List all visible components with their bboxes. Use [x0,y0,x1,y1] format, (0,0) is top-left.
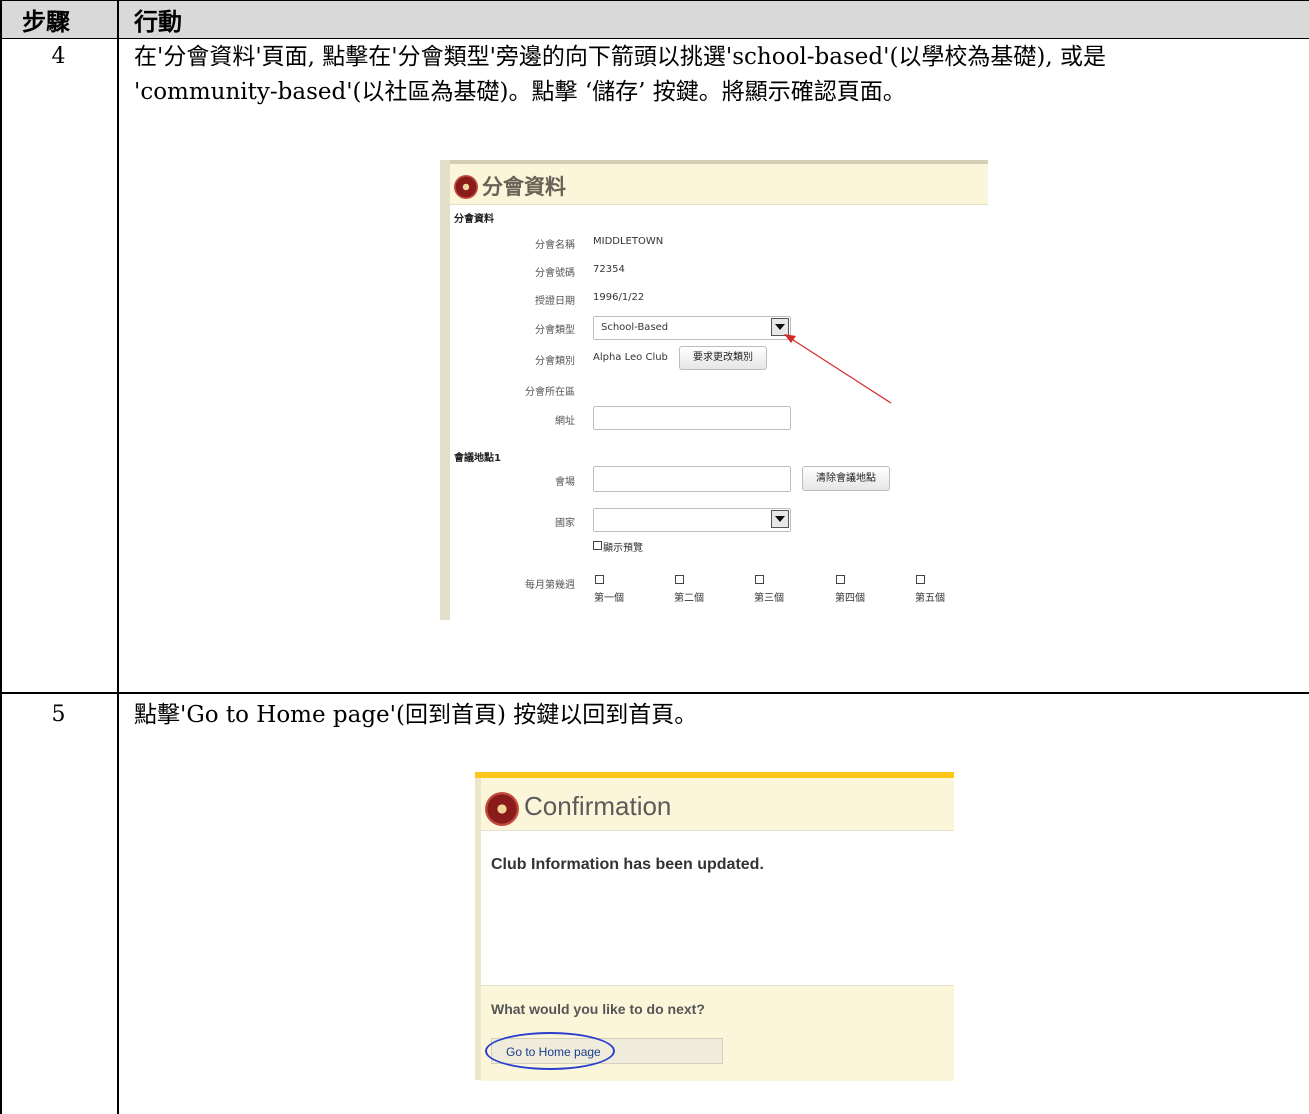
confirmation-message: Club Information has been updated. [491,856,764,873]
header-action: 行動 [134,8,182,36]
step-description: 在'分會資料'頁面, 點擊在'分會類型'旁邊的向下箭頭以挑選'school-ba… [134,40,1299,110]
table-header [0,0,1309,38]
step-number: 4 [51,44,66,69]
next-actions-panel: What would you like to do next? Go to Ho… [481,985,954,1081]
header-step: 步驟 [22,8,70,36]
club-info-screenshot: 分會資料 分會資料 分會名稱 MIDDLETOWN 分會號碼 72354 授證日… [440,160,988,620]
step-description: 點擊'Go to Home page'(回到首頁) 按鍵以回到首頁。 [134,702,698,728]
next-question: What would you like to do next? [491,1001,705,1017]
page-title: Confirmation [524,791,672,821]
confirmation-screenshot: Confirmation Club Information has been u… [475,772,954,1081]
club-logo-icon [485,792,519,826]
description-line: 在'分會資料'頁面, 點擊在'分會類型'旁邊的向下箭頭以挑選'school-ba… [134,44,1107,70]
highlight-ellipse [485,1032,615,1070]
annotation-arrow-icon [784,334,892,404]
description-line: 'community-based'(以社區為基礎)。點擊 ‘儲存’ 按鍵。將顯示… [134,79,906,105]
step-number: 5 [51,702,66,727]
